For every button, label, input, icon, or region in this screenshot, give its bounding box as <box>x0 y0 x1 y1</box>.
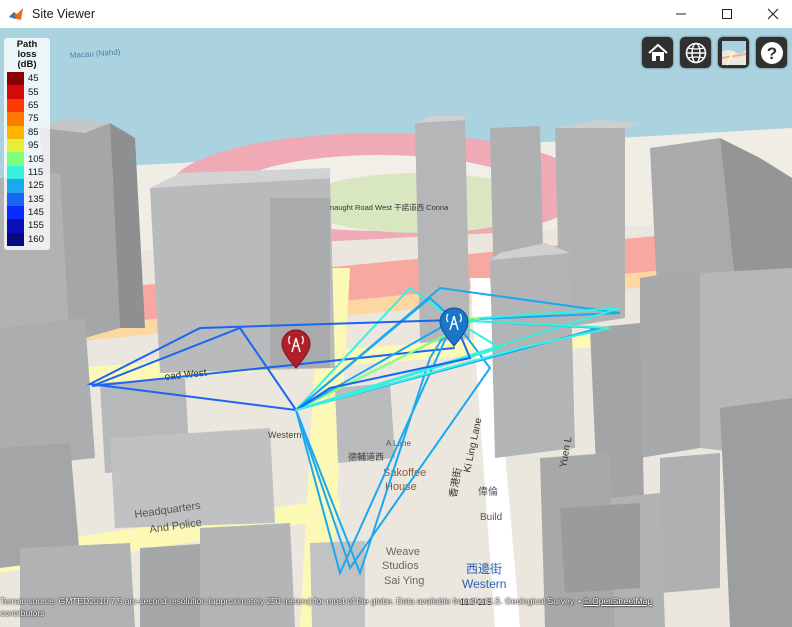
poi-label-sai-ying: Sai Ying <box>384 575 424 587</box>
legend-swatch <box>7 112 24 126</box>
map-3d-viewport[interactable]: naught Road West 干諾道西 Conna oad West Wes… <box>0 28 792 627</box>
legend-value: 55 <box>28 86 39 98</box>
legend-value: 135 <box>28 193 44 205</box>
legend-entry: 105 <box>6 152 48 166</box>
station-label-western: Western <box>462 577 506 591</box>
legend-swatch <box>7 165 24 180</box>
legend-swatch <box>7 152 24 166</box>
legend-entry: 65 <box>6 98 48 113</box>
legend-entry: 55 <box>6 85 48 99</box>
legend-value: 125 <box>28 180 44 192</box>
legend-value: 45 <box>28 73 39 85</box>
basemap-picker-icon <box>721 40 746 65</box>
legend-entry: 75 <box>6 112 48 126</box>
path-loss-legend: Path loss (dB) 45 55 65 75 85 95 105 115 125 135 1… <box>4 38 50 251</box>
legend-entry: 95 <box>6 138 48 153</box>
legend-swatch <box>7 192 24 206</box>
poi-label-western: Western <box>268 430 301 440</box>
poi-label-chinese-3: 偉倫 <box>478 485 498 498</box>
home-button[interactable] <box>642 37 673 68</box>
legend-entry: 135 <box>6 192 48 206</box>
legend-swatch <box>7 219 24 233</box>
svg-text:?: ? <box>766 44 776 63</box>
globe-icon <box>685 42 706 63</box>
legend-value: 95 <box>28 140 39 152</box>
poi-label-studios: Studios <box>382 560 419 572</box>
legend-value: 160 <box>28 233 44 245</box>
legend-entry: 45 <box>6 72 48 86</box>
legend-value: 115 <box>28 166 44 178</box>
station-label-chinese: 西邊街 <box>466 562 502 576</box>
legend-entry: 115 <box>6 165 48 180</box>
maximize-button[interactable] <box>704 0 750 28</box>
legend-entry: 145 <box>6 205 48 220</box>
legend-entry: 155 <box>6 219 48 233</box>
help-button[interactable]: ? <box>756 37 787 68</box>
legend-swatch <box>7 138 24 153</box>
window-title: Site Viewer <box>32 7 95 21</box>
legend-value: 65 <box>28 99 39 111</box>
legend-rows: 45 55 65 75 85 95 105 115 125 135 145 155 160 <box>6 72 48 247</box>
legend-value: 75 <box>28 113 39 125</box>
attribution-contributors[interactable]: contributors <box>0 608 44 619</box>
legend-swatch <box>7 98 24 113</box>
basemap-picker-button[interactable] <box>718 37 749 68</box>
legend-swatch <box>7 179 24 193</box>
legend-swatch <box>7 72 24 86</box>
road-label-chinese-1: 德輔道西 <box>348 451 384 462</box>
legend-entry: 160 <box>6 232 48 247</box>
poi-label-build: Build <box>480 512 502 523</box>
legend-title: Path loss <box>16 39 38 60</box>
attribution-text: Terrain source: GMTED2010 7.5 arc-second… <box>0 596 584 606</box>
matlab-app-icon <box>9 8 23 20</box>
map-scene[interactable]: naught Road West 干諾道西 Conna oad West Wes… <box>0 28 792 627</box>
legend-swatch <box>7 85 24 99</box>
maximize-icon <box>722 9 732 19</box>
legend-value: 155 <box>28 220 44 232</box>
poi-label-weave: Weave <box>386 546 420 558</box>
legend-swatch <box>7 232 24 247</box>
minimize-button[interactable] <box>658 0 704 28</box>
osm-link[interactable]: © OpenStreetMap <box>583 596 652 606</box>
help-icon: ? <box>760 41 783 64</box>
legend-swatch <box>7 205 24 220</box>
road-label-connaught: naught Road West 干諾道西 Conna <box>330 202 449 212</box>
legend-value: 145 <box>28 207 44 219</box>
legend-entry: 85 <box>6 125 48 139</box>
globe-button[interactable] <box>680 37 711 68</box>
close-button[interactable] <box>750 0 792 28</box>
legend-value: 85 <box>28 126 39 138</box>
close-icon <box>767 8 779 20</box>
legend-unit: (dB) <box>17 59 37 70</box>
legend-entry: 125 <box>6 179 48 193</box>
minimize-icon <box>676 13 686 15</box>
legend-swatch <box>7 125 24 139</box>
legend-value: 105 <box>28 153 44 165</box>
home-icon <box>647 43 668 61</box>
